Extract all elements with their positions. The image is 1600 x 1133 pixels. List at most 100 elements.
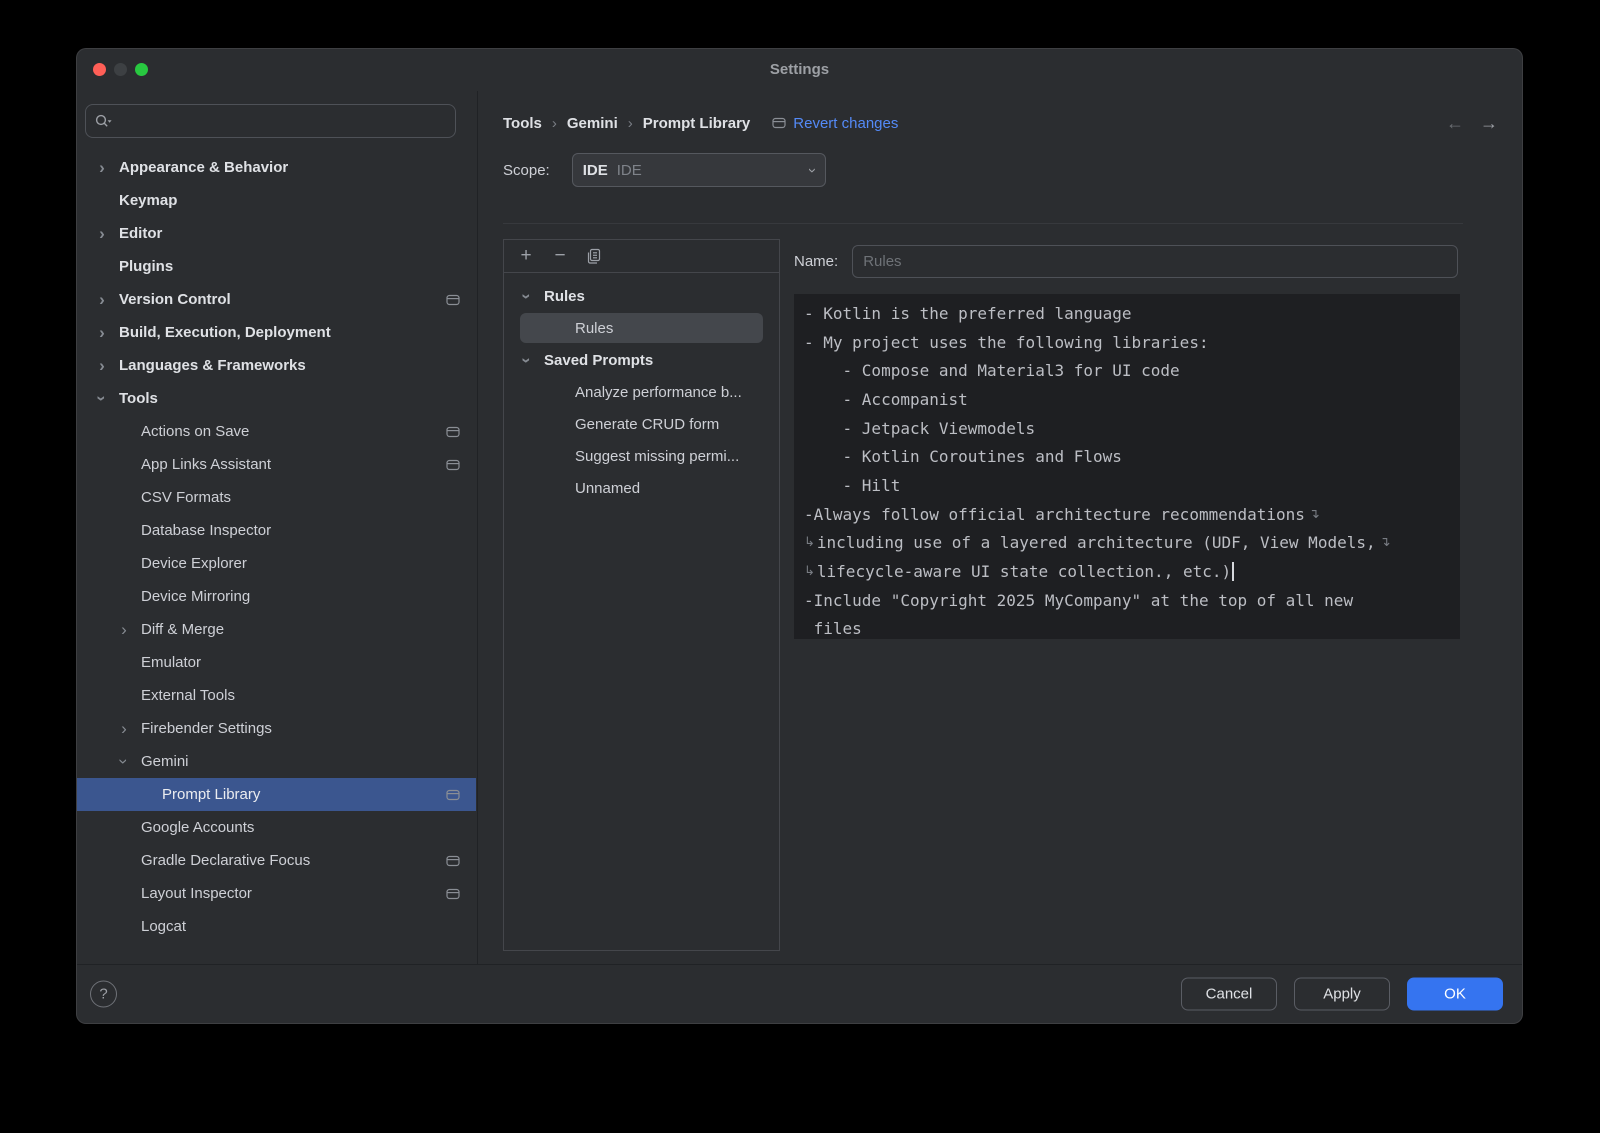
code-line: - Hilt: [804, 471, 1450, 500]
code-line: -Always follow official architecture rec…: [804, 500, 1450, 529]
sidebar-item-app-links-assistant[interactable]: App Links Assistant: [77, 448, 476, 481]
code-text: -Include "Copyright 2025 MyCompany" at t…: [804, 591, 1353, 610]
cancel-button[interactable]: Cancel: [1181, 978, 1277, 1011]
prompt-tree-label: Analyze performance b...: [575, 384, 742, 401]
sidebar-item-label: Diff & Merge: [141, 621, 224, 638]
prompt-tree-item-rules[interactable]: Rules: [504, 312, 779, 344]
code-text: lifecycle-aware UI state collection., et…: [817, 562, 1231, 581]
chevron-down-icon[interactable]: ›: [519, 351, 536, 369]
remove-prompt-button[interactable]: −: [548, 244, 572, 268]
prompt-tree-item-analyze-performance-b[interactable]: Analyze performance b...: [504, 376, 779, 408]
settings-tree: ›Appearance & BehaviorKeymap › Editor Plugi…: [77, 151, 476, 964]
sidebar-item-csv-formats[interactable]: CSV Formats: [77, 481, 476, 514]
add-prompt-button[interactable]: +: [514, 244, 538, 268]
sidebar-item-actions-on-save[interactable]: Actions on Save: [77, 415, 476, 448]
sidebar-item-keymap[interactable]: Keymap: [77, 184, 476, 217]
code-line: - Jetpack Viewmodels: [804, 414, 1450, 443]
breadcrumb-tools[interactable]: Tools: [503, 115, 542, 132]
sidebar-item-label: Logcat: [141, 918, 186, 935]
sidebar-item-version-control[interactable]: › Version Control: [77, 283, 476, 316]
sidebar-item-external-tools[interactable]: External Tools: [77, 679, 476, 712]
prompt-tree-label: Suggest missing permi...: [575, 448, 739, 465]
chevron-right-icon[interactable]: ›: [93, 357, 111, 374]
sidebar-item-label: App Links Assistant: [141, 456, 271, 473]
sidebar-item-label: Build, Execution, Deployment: [119, 324, 331, 341]
soft-wrap-icon: ↴: [1309, 507, 1320, 522]
duplicate-prompt-button[interactable]: [582, 244, 606, 268]
sidebar-item-label: Layout Inspector: [141, 885, 252, 902]
settings-dialog: Settings ›Appearance & BehaviorKeymap › Ed…: [76, 48, 1523, 1024]
sidebar-item-gemini[interactable]: › Gemini: [77, 745, 476, 778]
chevron-right-icon[interactable]: ›: [115, 720, 133, 737]
sidebar-item-build-execution-deployment[interactable]: › Build, Execution, Deployment: [77, 316, 476, 349]
sidebar-item-languages-frameworks[interactable]: › Languages & Frameworks: [77, 349, 476, 382]
chevron-down-icon[interactable]: ›: [519, 287, 536, 305]
sidebar-item-layout-inspector[interactable]: Layout Inspector: [77, 877, 476, 910]
revert-changes-link[interactable]: Revert changes: [772, 115, 898, 132]
chevron-right-icon[interactable]: ›: [115, 621, 133, 638]
scope-value: IDE: [617, 162, 810, 179]
revert-icon: [772, 117, 786, 129]
help-button[interactable]: ?: [90, 981, 117, 1008]
prompt-tree-group-saved-prompts[interactable]: ›Saved Prompts: [504, 344, 779, 376]
sidebar-item-device-explorer[interactable]: Device Explorer: [77, 547, 476, 580]
chevron-down-icon[interactable]: ›: [94, 390, 111, 408]
sidebar-item-logcat[interactable]: Logcat: [77, 910, 476, 943]
code-line: - Accompanist: [804, 385, 1450, 414]
prompt-tree-group-rules[interactable]: › Rules: [504, 280, 779, 312]
sidebar-item-label: Google Accounts: [141, 819, 254, 836]
navigate-back-icon[interactable]: ←: [1446, 113, 1464, 134]
sidebar-item-label: Device Explorer: [141, 555, 247, 572]
sidebar-item-plugins[interactable]: Plugins: [77, 250, 476, 283]
prompt-tree-item-generate-crud-form[interactable]: Generate CRUD form: [504, 408, 779, 440]
sidebar-item-appearance-behavior[interactable]: ›Appearance & Behavior: [77, 151, 476, 184]
sidebar-item-label: Plugins: [119, 258, 173, 275]
apply-button[interactable]: Apply: [1294, 978, 1390, 1011]
sidebar-item-label: Editor: [119, 225, 162, 242]
prompt-list-panel: + − ›RulesRules›Saved PromptsAnalyze per…: [503, 239, 780, 951]
prompt-editor[interactable]: - Kotlin is the preferred language- My p…: [794, 294, 1460, 639]
sidebar-item-label: Gemini: [141, 753, 189, 770]
prompt-tree-label: Unnamed: [575, 480, 640, 497]
sidebar-item-tools[interactable]: ›Tools: [77, 382, 476, 415]
chevron-right-icon[interactable]: ›: [93, 291, 111, 308]
sidebar-item-device-mirroring[interactable]: Device Mirroring: [77, 580, 476, 613]
sidebar-item-label: Database Inspector: [141, 522, 271, 539]
settings-content: Tools › Gemini › Prompt Library Revert c…: [479, 91, 1522, 964]
prompt-tree-item-unnamed[interactable]: Unnamed: [504, 472, 779, 504]
chevron-right-icon[interactable]: ›: [93, 324, 111, 341]
settings-search-field[interactable]: [85, 104, 456, 138]
prompt-tree-item-suggest-missing-permi[interactable]: Suggest missing permi...: [504, 440, 779, 472]
chevron-down-icon[interactable]: ›: [116, 753, 133, 771]
sidebar-item-diff-merge[interactable]: › Diff & Merge: [77, 613, 476, 646]
window-title: Settings: [77, 49, 1522, 91]
sidebar-item-label: Languages & Frameworks: [119, 357, 306, 374]
code-text: - Hilt: [804, 476, 900, 495]
title-bar[interactable]: Settings: [77, 49, 1522, 91]
search-input[interactable]: [112, 113, 447, 130]
sidebar-item-editor[interactable]: › Editor: [77, 217, 476, 250]
sidebar-item-firebender-settings[interactable]: ›Firebender Settings: [77, 712, 476, 745]
sidebar-item-label: Version Control: [119, 291, 231, 308]
prompt-tree: ›RulesRules›Saved PromptsAnalyze perform…: [504, 273, 779, 504]
sidebar-item-google-accounts[interactable]: Google Accounts: [77, 811, 476, 844]
settings-badge-icon: [446, 294, 460, 306]
sidebar-item-gradle-declarative-focus[interactable]: Gradle Declarative Focus: [77, 844, 476, 877]
prompt-tree-label: Rules: [544, 288, 585, 305]
ok-button[interactable]: OK: [1407, 978, 1503, 1011]
code-text: - Accompanist: [804, 390, 968, 409]
soft-wrap-icon: ↳: [804, 564, 815, 579]
code-text: -Always follow official architecture rec…: [804, 505, 1305, 524]
prompt-name-input[interactable]: [852, 245, 1458, 278]
navigate-forward-icon[interactable]: →: [1480, 113, 1498, 134]
settings-sidebar: ›Appearance & BehaviorKeymap › Editor Plugi…: [77, 91, 478, 964]
settings-badge-icon: [446, 426, 460, 438]
breadcrumb-prompt-library: Prompt Library: [643, 115, 751, 132]
chevron-right-icon[interactable]: ›: [93, 159, 111, 176]
sidebar-item-prompt-library[interactable]: Prompt Library: [77, 778, 476, 811]
breadcrumb-gemini[interactable]: Gemini: [567, 115, 618, 132]
sidebar-item-database-inspector[interactable]: Database Inspector: [77, 514, 476, 547]
sidebar-item-emulator[interactable]: Emulator: [77, 646, 476, 679]
scope-dropdown[interactable]: IDE IDE ›: [572, 153, 826, 187]
chevron-right-icon[interactable]: ›: [93, 225, 111, 242]
